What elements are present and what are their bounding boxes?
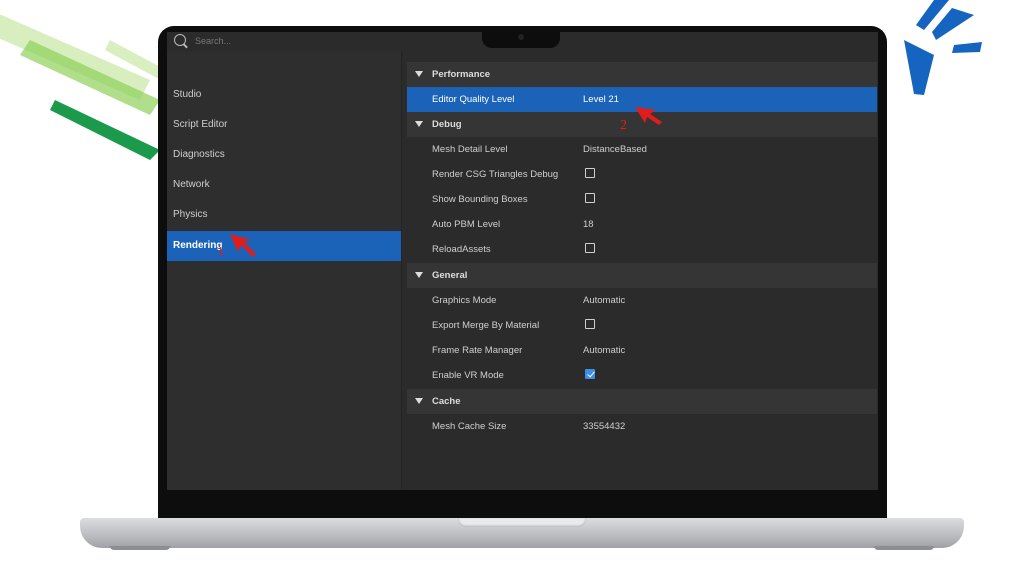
decorative-blue-burst [904, 0, 982, 95]
property-row-graphics-mode[interactable]: Graphics Mode Automatic [407, 288, 877, 313]
property-name: Render CSG Triangles Debug [432, 169, 559, 180]
section-cache[interactable]: Cache [407, 389, 877, 414]
property-row-show-bounding-boxes[interactable]: Show Bounding Boxes [407, 187, 877, 212]
property-name: Editor Quality Level [432, 94, 515, 105]
section-label: General [432, 270, 468, 281]
checkbox[interactable] [585, 243, 595, 253]
sidebar-item-studio[interactable]: Studio [167, 80, 401, 110]
property-name: Mesh Cache Size [432, 421, 507, 432]
property-row-export-merge-by-material[interactable]: Export Merge By Material [407, 313, 877, 338]
studio-settings-window: Search... Studio Script Editor Diagnosti… [167, 32, 878, 490]
property-name: ReloadAssets [432, 244, 491, 255]
section-label: Cache [432, 396, 461, 407]
section-label: Debug [432, 119, 462, 130]
property-value[interactable]: 33554432 [583, 414, 625, 439]
search-input[interactable]: Search... [195, 36, 231, 46]
property-row-frame-rate-manager[interactable]: Frame Rate Manager Automatic [407, 338, 877, 363]
annotation-number-1: 1 [217, 245, 224, 260]
property-value[interactable]: 18 [583, 212, 594, 237]
checkbox-checked[interactable] [585, 369, 595, 379]
annotation-number-2: 2 [620, 118, 627, 133]
property-name: Auto PBM Level [432, 219, 501, 230]
laptop-foot-left [110, 546, 170, 550]
laptop-foot-right [874, 546, 934, 550]
property-name: Mesh Detail Level [432, 144, 508, 155]
property-name: Export Merge By Material [432, 320, 540, 331]
collapse-triangle-icon[interactable] [415, 71, 423, 77]
laptop-notch [482, 26, 560, 48]
checkbox[interactable] [585, 193, 595, 203]
property-name: Graphics Mode [432, 295, 497, 306]
sidebar-item-diagnostics[interactable]: Diagnostics [167, 140, 401, 170]
property-row-reload-assets[interactable]: ReloadAssets [407, 237, 877, 262]
settings-properties-panel: Performance Editor Quality Level Level 2… [407, 62, 877, 490]
annotation-arrow-2-icon [635, 107, 662, 125]
property-row-enable-vr-mode[interactable]: Enable VR Mode [407, 363, 877, 388]
annotation-arrow-1-icon [230, 234, 256, 257]
property-value[interactable]: Automatic [583, 338, 625, 363]
collapse-triangle-icon[interactable] [415, 121, 423, 127]
property-name: Enable VR Mode [432, 370, 504, 381]
property-value[interactable]: Automatic [583, 288, 625, 313]
collapse-triangle-icon[interactable] [415, 398, 423, 404]
section-label: Performance [432, 69, 491, 80]
property-row-mesh-detail-level[interactable]: Mesh Detail Level DistanceBased [407, 137, 877, 162]
property-value[interactable]: Level 21 [583, 87, 619, 112]
property-row-render-csg-triangles-debug[interactable]: Render CSG Triangles Debug [407, 162, 877, 187]
checkbox[interactable] [585, 168, 595, 178]
camera-icon [518, 34, 524, 40]
sidebar-item-network[interactable]: Network [167, 170, 401, 200]
property-row-auto-pbm-level[interactable]: Auto PBM Level 18 [407, 212, 877, 237]
search-icon [174, 34, 186, 46]
property-value[interactable]: DistanceBased [583, 137, 647, 162]
sidebar-item-physics[interactable]: Physics [167, 200, 401, 230]
settings-sidebar: Studio Script Editor Diagnostics Network… [167, 52, 402, 490]
collapse-triangle-icon[interactable] [415, 272, 423, 278]
laptop-opening-notch [458, 518, 586, 527]
property-name: Frame Rate Manager [432, 345, 523, 356]
property-row-mesh-cache-size[interactable]: Mesh Cache Size 33554432 [407, 414, 877, 439]
section-general[interactable]: General [407, 263, 877, 288]
sidebar-item-script-editor[interactable]: Script Editor [167, 110, 401, 140]
sidebar-item-rendering[interactable]: Rendering [167, 231, 401, 261]
section-performance[interactable]: Performance [407, 62, 877, 87]
property-name: Show Bounding Boxes [432, 194, 528, 205]
checkbox[interactable] [585, 319, 595, 329]
